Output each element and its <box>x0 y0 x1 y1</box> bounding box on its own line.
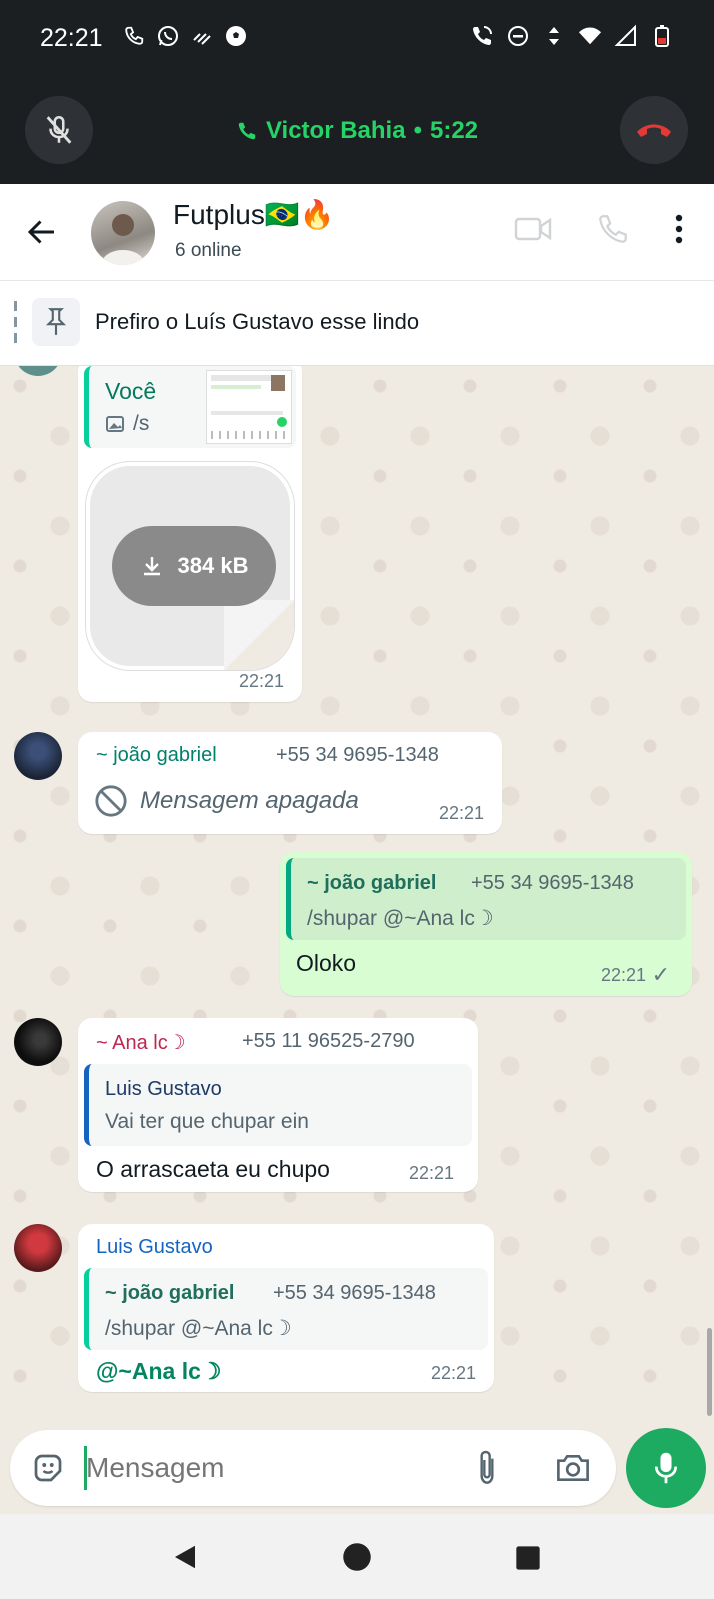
phone-icon <box>238 122 256 140</box>
quote-text: Vai ter que chupar ein <box>105 1110 309 1133</box>
whatsapp-icon <box>156 24 180 48</box>
message-time: 22:21 <box>408 1163 454 1183</box>
quote-sender: ~ joão gabriel <box>307 872 437 894</box>
quote-sender: ~ joão gabriel <box>105 1282 235 1304</box>
arrow-left-icon <box>27 220 54 244</box>
sender-name[interactable]: ~ Ana lc☽ <box>96 1030 186 1055</box>
header-actions <box>514 212 684 251</box>
wifi-calling-icon <box>470 24 494 48</box>
nav-home-icon[interactable] <box>342 1542 372 1577</box>
video-call-icon[interactable] <box>514 214 552 249</box>
message-bubble-reply[interactable]: ~ Ana lc☽ +55 11 96525-2790 Luis Gustavo… <box>78 1018 478 1192</box>
quote-text: /shupar @~Ana lc☽ <box>307 907 494 930</box>
mention-link[interactable]: @~Ana lc☽ <box>96 1358 222 1385</box>
quoted-message[interactable]: Você /s <box>84 366 296 448</box>
quote-text: /s <box>133 412 150 435</box>
pin-icon <box>32 298 80 346</box>
message-time: 22:21 <box>438 803 484 823</box>
group-avatar[interactable] <box>91 201 155 265</box>
quote-phone: +55 34 9695-1348 <box>471 872 634 894</box>
quote-sender: Luis Gustavo <box>105 1078 222 1100</box>
mic-icon <box>654 1452 678 1484</box>
quote-text-row: /s <box>105 412 149 436</box>
more-options-icon[interactable] <box>674 212 684 251</box>
quote-thumbnail <box>206 370 292 444</box>
message-text: O arrascaeta eu chupo <box>96 1156 330 1182</box>
sent-check-icon: ✓ <box>651 962 670 987</box>
status-right-icons <box>470 24 674 48</box>
sender-phone: +55 11 96525-2790 <box>242 1030 415 1052</box>
blocked-icon <box>95 785 127 817</box>
quoted-message[interactable]: Luis Gustavo Vai ter que chupar ein <box>84 1064 472 1146</box>
status-time: 22:21 <box>40 24 103 52</box>
pinned-message-bar[interactable]: Prefiro o Luís Gustavo esse lindo <box>0 281 714 366</box>
sender-phone: +55 34 9695-1348 <box>276 744 439 766</box>
nav-back-icon[interactable] <box>170 1542 200 1577</box>
call-duration: 5:22 <box>429 117 479 144</box>
call-contact-name: Victor Bahia <box>265 117 406 144</box>
sticker-icon[interactable] <box>30 1450 66 1491</box>
scrollbar-thumb[interactable] <box>707 1328 712 1416</box>
nav-recents-icon[interactable] <box>514 1544 542 1577</box>
avatar[interactable] <box>14 1224 62 1272</box>
quote-text: /shupar @~Ana lc☽ <box>105 1317 292 1340</box>
download-button[interactable]: 384 kB <box>112 526 276 606</box>
chat-area[interactable]: Você /s 384 kB 22:21 ~ joão gabriel +55 … <box>0 366 714 1415</box>
battery-icon <box>650 24 674 48</box>
chat-title[interactable]: Futplus🇧🇷🔥 <box>173 198 335 231</box>
online-count: 6 online <box>175 240 242 261</box>
quoted-message[interactable]: ~ joão gabriel +55 34 9695-1348 /shupar … <box>84 1268 488 1350</box>
message-composer <box>10 1430 616 1506</box>
message-bubble-sticker[interactable]: Você /s 384 kB 22:21 <box>78 366 302 702</box>
sticker-placeholder[interactable]: 384 kB <box>86 462 294 670</box>
hang-up-icon <box>637 124 671 137</box>
deleted-text: Mensagem apagada <box>140 787 359 814</box>
message-time: 22:21 <box>430 1363 476 1383</box>
message-bubble-outgoing[interactable]: ~ joão gabriel +55 34 9695-1348 /shupar … <box>280 852 692 996</box>
pinned-text: Prefiro o Luís Gustavo esse lindo <box>95 309 420 334</box>
file-size: 384 kB <box>177 553 249 578</box>
image-icon <box>106 416 124 432</box>
quote-phone: +55 34 9695-1348 <box>273 1282 436 1304</box>
message-bubble-mention[interactable]: Luis Gustavo ~ joão gabriel +55 34 9695-… <box>78 1224 494 1392</box>
download-icon <box>143 557 160 576</box>
voice-call-icon[interactable] <box>596 212 630 251</box>
system-nav-bar <box>0 1514 714 1599</box>
message-text: Oloko <box>296 950 357 976</box>
voice-record-button[interactable] <box>626 1428 706 1508</box>
call-separator: • <box>413 117 422 144</box>
message-time: 22:21 <box>600 965 646 985</box>
do-not-disturb-icon <box>506 24 530 48</box>
quoted-message[interactable]: ~ joão gabriel +55 34 9695-1348 /shupar … <box>286 858 686 940</box>
quote-sender: Você <box>105 378 157 404</box>
status-left-icons <box>122 24 248 48</box>
phone-icon <box>122 24 146 48</box>
cell-signal-icon <box>614 24 638 48</box>
wifi-icon <box>578 24 602 48</box>
signal-bars-icon <box>190 24 214 48</box>
sender-name[interactable]: ~ joão gabriel <box>96 744 217 767</box>
call-info[interactable]: Victor Bahia • 5:22 <box>0 117 714 145</box>
avatar[interactable] <box>14 732 62 780</box>
chat-header: Futplus🇧🇷🔥 6 online <box>0 184 714 281</box>
pinned-indicator <box>14 301 17 347</box>
deleted-row: Mensagem apagada <box>94 784 359 818</box>
soccer-ball-icon <box>224 24 248 48</box>
avatar[interactable] <box>14 366 62 376</box>
end-call-button[interactable] <box>620 96 688 164</box>
message-input[interactable] <box>86 1444 446 1492</box>
back-button[interactable] <box>22 212 62 252</box>
message-time: 22:21 <box>238 671 284 691</box>
data-arrows-icon <box>542 24 566 48</box>
message-bubble-deleted[interactable]: ~ joão gabriel +55 34 9695-1348 Mensagem… <box>78 732 502 834</box>
attach-icon[interactable] <box>472 1448 502 1493</box>
camera-icon[interactable] <box>554 1450 592 1491</box>
avatar[interactable] <box>14 1018 62 1066</box>
sender-name[interactable]: Luis Gustavo <box>96 1236 213 1259</box>
